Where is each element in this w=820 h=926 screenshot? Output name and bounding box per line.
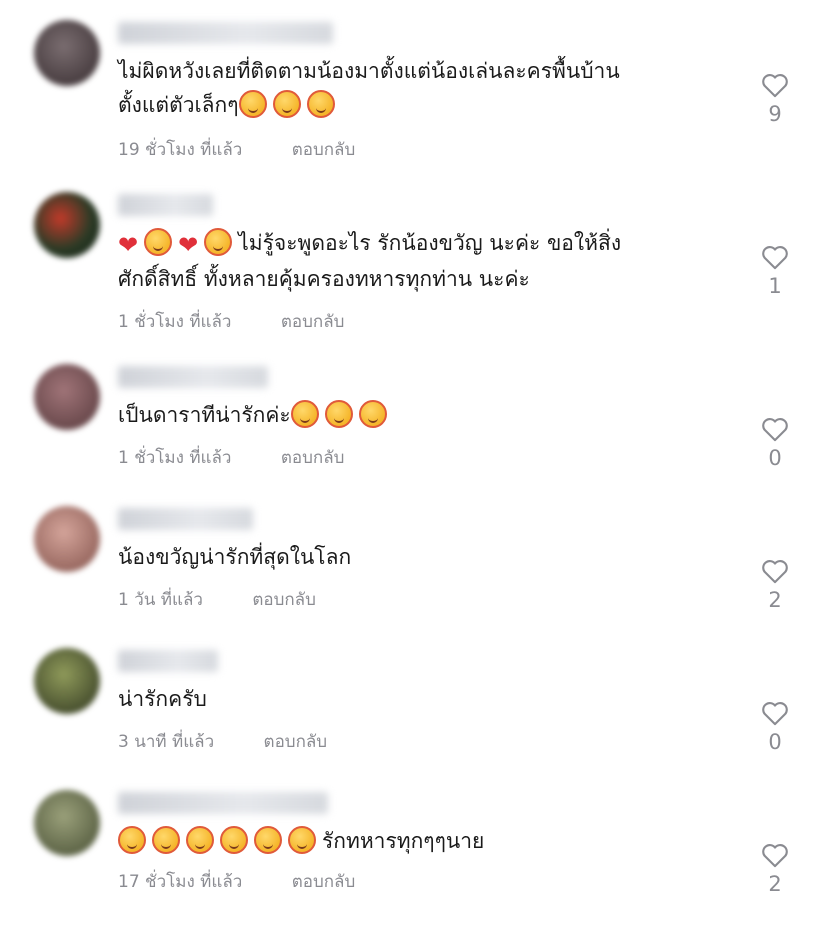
comment-time: 1 วัน ที่แล้ว	[118, 590, 203, 610]
like-count: 9	[768, 102, 782, 126]
like-button[interactable]: 0	[760, 416, 790, 470]
comment-time: 3 นาที ที่แล้ว	[118, 732, 215, 752]
reply-button[interactable]: ตอบกลับ	[292, 872, 356, 892]
like-count: 0	[768, 446, 782, 470]
like-count: 0	[768, 730, 782, 754]
username-blurred[interactable]	[118, 508, 253, 530]
smiling-face-with-hearts-emoji	[144, 228, 173, 256]
smiling-face-with-hearts-emoji	[204, 228, 233, 256]
username-blurred[interactable]	[118, 194, 213, 216]
comment-time: 1 ชั่วโมง ที่แล้ว	[118, 448, 232, 468]
comment-meta: 1 ชั่วโมง ที่แล้ว ตอบกลับ	[118, 308, 344, 335]
comment-text: ❤ ❤ ไม่รู้จะพูดอะไร รักน้องขวัญ นะค่ะ ขอให…	[118, 226, 718, 296]
smiling-face-with-hearts-emoji	[220, 826, 248, 854]
smiling-face-with-hearts-emoji	[358, 400, 387, 428]
heart-outline-icon[interactable]	[761, 416, 789, 442]
like-button[interactable]: 2	[760, 842, 790, 896]
username-blurred[interactable]	[118, 650, 218, 672]
smiling-face-with-hearts-emoji	[306, 90, 335, 118]
heart-outline-icon[interactable]	[761, 700, 789, 726]
reply-button[interactable]: ตอบกลับ	[252, 590, 316, 610]
like-button[interactable]: 1	[760, 244, 790, 298]
comment-text: น่ารักครับ	[118, 687, 207, 711]
smiling-face-with-hearts-emoji	[290, 400, 319, 428]
heart-outline-icon[interactable]	[761, 842, 789, 868]
comment-text: ไม่ผิดหวังเลยที่ติดตามน้องมาตั้งแต่น้องเ…	[118, 59, 620, 118]
like-button[interactable]: 2	[760, 558, 790, 612]
smiling-face-with-hearts-emoji	[118, 826, 146, 854]
smiling-face-with-hearts-emoji	[152, 826, 180, 854]
smiling-face-with-hearts-emoji	[254, 826, 282, 854]
reply-button[interactable]: ตอบกลับ	[292, 140, 356, 160]
comment-item: น่ารักครับ 3 นาที ที่แล้ว ตอบกลับ 0	[0, 644, 820, 784]
like-count: 2	[768, 872, 782, 896]
comment-item: เป็นดาราทีน่ารักค่ะ 1 ชั่วโมง ที่แล้ว ตอ…	[0, 360, 820, 500]
username-blurred[interactable]	[118, 22, 333, 44]
heart-emoji: ❤	[178, 231, 199, 259]
comment-text: น้องขวัญน่ารักที่สุดในโลก	[118, 545, 352, 569]
comment-meta: 17 ชั่วโมง ที่แล้ว ตอบกลับ	[118, 868, 355, 895]
comment-item: น้องขวัญน่ารักที่สุดในโลก 1 วัน ที่แล้ว …	[0, 502, 820, 642]
comment-time: 1 ชั่วโมง ที่แล้ว	[118, 312, 232, 332]
comment-list: ไม่ผิดหวังเลยที่ติดตามน้องมาตั้งแต่น้องเ…	[0, 0, 820, 912]
heart-outline-icon[interactable]	[761, 244, 789, 270]
like-button[interactable]: 9	[760, 72, 790, 126]
comment-time: 19 ชั่วโมง ที่แล้ว	[118, 140, 243, 160]
comment-meta: 1 ชั่วโมง ที่แล้ว ตอบกลับ	[118, 444, 344, 471]
smiling-face-with-hearts-emoji	[186, 826, 214, 854]
heart-outline-icon[interactable]	[761, 558, 789, 584]
comment-text: เป็นดาราทีน่ารักค่ะ	[118, 398, 718, 432]
comment-meta: 19 ชั่วโมง ที่แล้ว ตอบกลับ	[118, 136, 355, 163]
comment-item: รักทหารทุกๆๆนาย 17 ชั่วโมง ที่แล้ว ตอบกล…	[0, 786, 820, 926]
like-count: 1	[768, 274, 782, 298]
like-button[interactable]: 0	[760, 700, 790, 754]
smiling-face-with-hearts-emoji	[324, 400, 353, 428]
comment-item: ไม่ผิดหวังเลยที่ติดตามน้องมาตั้งแต่น้องเ…	[0, 16, 820, 160]
avatar[interactable]	[34, 364, 100, 430]
smiling-face-with-hearts-emoji	[288, 826, 316, 854]
comment-time: 17 ชั่วโมง ที่แล้ว	[118, 872, 243, 892]
reply-button[interactable]: ตอบกลับ	[281, 448, 345, 468]
smiling-face-with-hearts-emoji	[238, 90, 267, 118]
broken-heart-emoji: ❤	[118, 231, 139, 259]
reply-button[interactable]: ตอบกลับ	[281, 312, 345, 332]
avatar[interactable]	[34, 192, 100, 258]
comment-item: ❤ ❤ ไม่รู้จะพูดอะไร รักน้องขวัญ นะค่ะ ขอให…	[0, 188, 820, 332]
comment-meta: 1 วัน ที่แล้ว ตอบกลับ	[118, 586, 316, 613]
heart-outline-icon[interactable]	[761, 72, 789, 98]
avatar[interactable]	[34, 506, 100, 572]
username-blurred[interactable]	[118, 792, 328, 814]
smiling-face-with-hearts-emoji	[272, 90, 301, 118]
comment-meta: 3 นาที ที่แล้ว ตอบกลับ	[118, 728, 327, 755]
avatar[interactable]	[34, 20, 100, 86]
comment-text: รักทหารทุกๆๆนาย	[118, 824, 718, 858]
username-blurred[interactable]	[118, 366, 268, 388]
like-count: 2	[768, 588, 782, 612]
avatar[interactable]	[34, 648, 100, 714]
avatar[interactable]	[34, 790, 100, 856]
reply-button[interactable]: ตอบกลับ	[264, 732, 328, 752]
